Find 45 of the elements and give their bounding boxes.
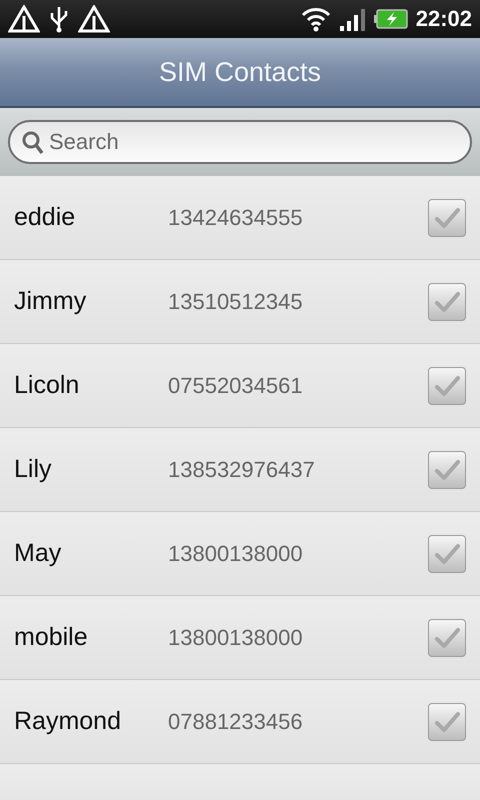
phone-number: 07552034561	[168, 372, 304, 398]
check-icon	[433, 710, 461, 734]
phone-number: 13424634555	[168, 204, 304, 230]
checkbox[interactable]	[428, 366, 466, 404]
phone-number: 138532976437	[168, 456, 316, 482]
contact-row[interactable]: May 13800138000	[0, 512, 480, 596]
checkbox[interactable]	[428, 534, 466, 572]
contact-name: May	[14, 539, 62, 568]
contact-name: Raymond	[14, 707, 122, 736]
search-icon	[22, 131, 44, 155]
check-icon	[433, 206, 461, 230]
usb-icon	[48, 5, 70, 33]
checkbox[interactable]	[428, 282, 466, 320]
checkbox[interactable]	[428, 618, 466, 656]
phone-number: 13800138000	[168, 624, 304, 650]
wifi-icon	[300, 6, 332, 32]
contact-name: eddie	[14, 203, 76, 232]
screen-title: SIM Contacts	[158, 56, 322, 88]
phone-number: 13510512345	[168, 288, 304, 314]
contact-row[interactable]: Raymond 07881233456	[0, 680, 480, 764]
warning-icon	[8, 5, 40, 33]
checkbox[interactable]	[428, 450, 466, 488]
contact-row[interactable]: Lily 138532976437	[0, 428, 480, 512]
contact-row[interactable]: Licoln 07552034561	[0, 344, 480, 428]
check-icon	[433, 290, 461, 314]
search-field[interactable]: Search	[8, 120, 472, 164]
phone-number: 07881233456	[168, 708, 304, 734]
check-icon	[433, 626, 461, 650]
check-icon	[433, 458, 461, 482]
check-icon	[433, 542, 461, 566]
contact-name: Licoln	[14, 371, 80, 400]
check-icon	[433, 374, 461, 398]
contact-name: Lily	[14, 455, 53, 484]
checkbox[interactable]	[428, 702, 466, 740]
checkbox[interactable]	[428, 198, 466, 236]
clock-time: 22:02	[416, 6, 472, 32]
battery-icon	[374, 9, 408, 29]
contact-name: Jimmy	[14, 287, 88, 316]
contact-row[interactable]: Jimmy 13510512345	[0, 260, 480, 344]
contact-row[interactable]: eddie 13424634555	[0, 176, 480, 260]
contact-row[interactable]: mobile 13800138000	[0, 596, 480, 680]
contact-name: mobile	[14, 623, 89, 652]
warning-icon	[78, 5, 110, 33]
phone-number: 13800138000	[168, 540, 304, 566]
signal-icon	[340, 7, 366, 31]
